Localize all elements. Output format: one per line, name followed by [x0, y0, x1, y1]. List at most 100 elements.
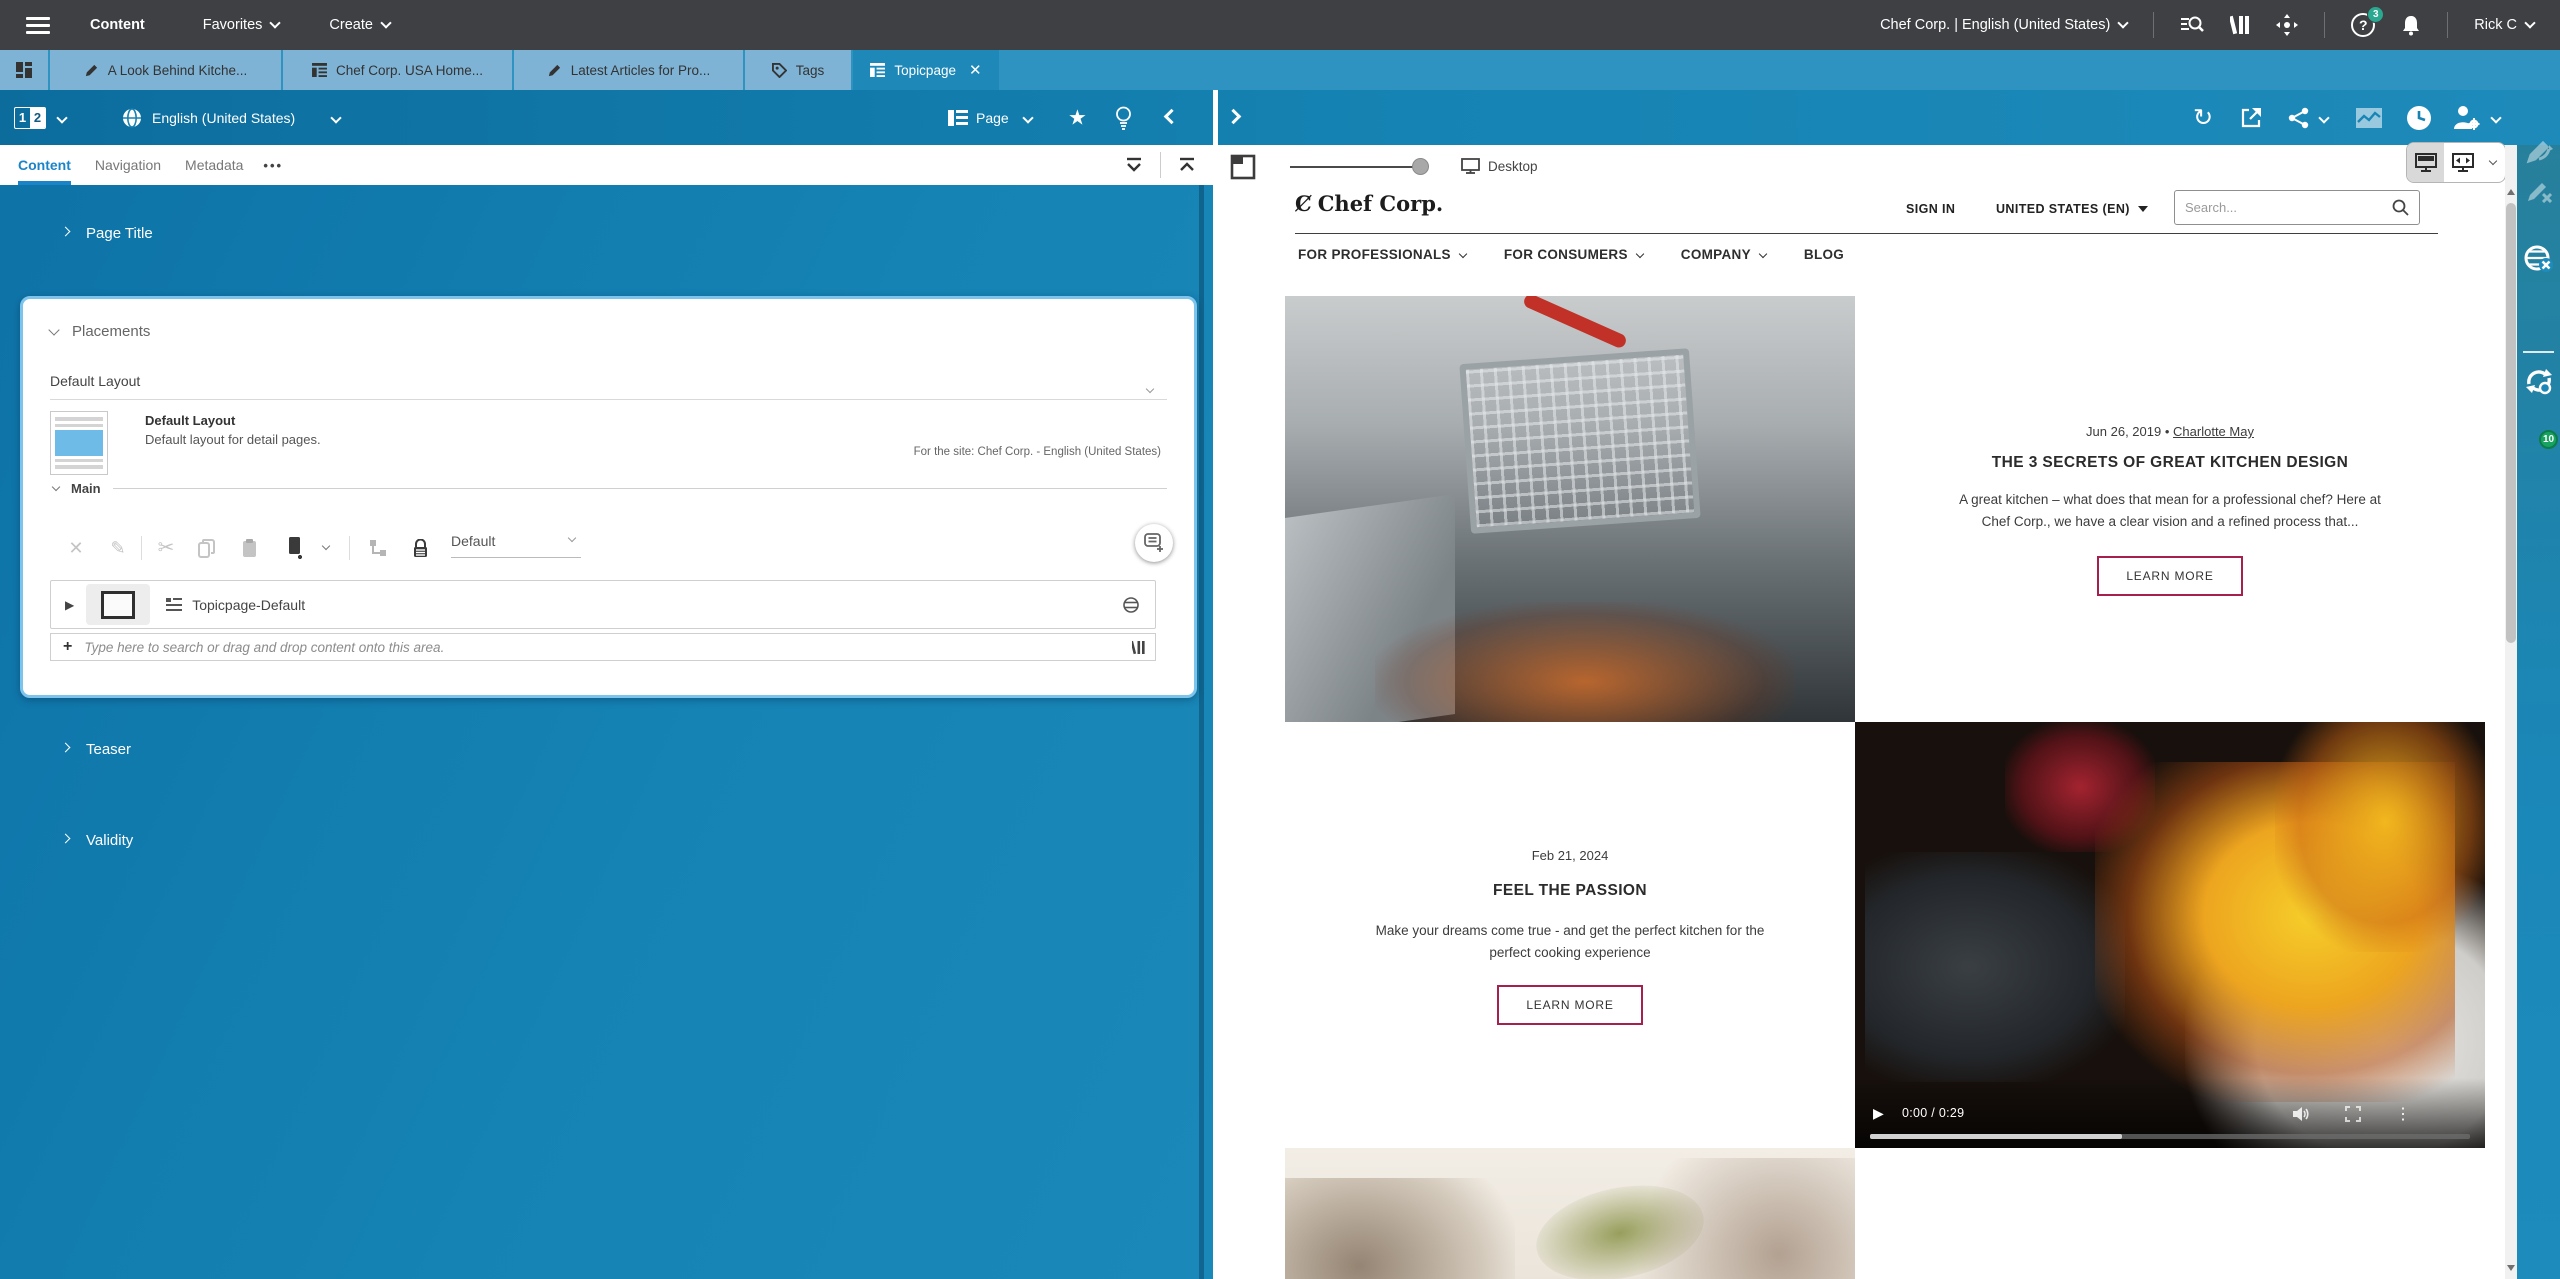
site-language-selector[interactable]: Chef Corp. | English (United States)	[1880, 17, 2127, 33]
user-settings-chevron-icon[interactable]	[2492, 109, 2500, 127]
accordion-teaser[interactable]: Teaser	[62, 741, 131, 758]
collapse-panel-chevron-icon[interactable]	[1166, 109, 1177, 127]
panel-scrollbar-track[interactable]	[1199, 185, 1204, 1279]
preview-mode-chevron-icon[interactable]	[2481, 143, 2505, 182]
device-width-slider-track[interactable]	[1290, 166, 1420, 168]
video-player[interactable]: ▶ 0:00 / 0:29 ⋮	[1855, 722, 2485, 1148]
share-icon[interactable]	[2288, 107, 2310, 129]
share-chevron-icon[interactable]	[2320, 109, 2328, 127]
accordion-placements[interactable]: Placements	[50, 323, 150, 340]
placeholder-section-main[interactable]: Main	[53, 481, 1167, 496]
copy-icon[interactable]	[191, 530, 221, 566]
view-mode-selector[interactable]: Page	[976, 110, 1009, 126]
search-icon[interactable]	[2392, 199, 2409, 216]
help-button[interactable]: ? 3	[2351, 13, 2375, 37]
nav-for-professionals[interactable]: FOR PROFESSIONALS	[1298, 247, 1466, 262]
locale-selector[interactable]: UNITED STATES (EN)	[1996, 202, 2148, 216]
add-note-fab-button[interactable]	[1135, 524, 1173, 562]
expand-panel-chevron-icon[interactable]	[1228, 109, 1239, 127]
video-progress-bar[interactable]	[1870, 1134, 2470, 1139]
video-menu-kebab-icon[interactable]: ⋮	[2395, 1104, 2411, 1124]
paste-icon[interactable]	[235, 530, 265, 566]
hamburger-menu-icon[interactable]	[26, 17, 50, 34]
menu-content[interactable]: Content	[90, 17, 145, 33]
history-clock-icon[interactable]	[2406, 105, 2432, 131]
version-chevron-icon[interactable]	[58, 109, 66, 127]
notifications-bell-icon[interactable]	[2401, 14, 2421, 36]
tab-tags[interactable]: Tags	[745, 50, 851, 90]
learn-more-button[interactable]: LEARN MORE	[1497, 985, 1642, 1025]
scroll-up-arrow[interactable]	[2505, 185, 2517, 199]
play-button-icon[interactable]: ▶	[1873, 1105, 1884, 1122]
dropzone-search-input[interactable]	[84, 640, 1132, 655]
menu-favorites[interactable]: Favorites	[203, 17, 280, 33]
preview-mode-desktop-button[interactable]	[2407, 143, 2444, 182]
more-tabs-icon[interactable]: •••	[263, 158, 283, 173]
version-selector-icon[interactable]: 12	[14, 107, 46, 129]
accordion-validity[interactable]: Validity	[62, 832, 133, 849]
tab-topicpage[interactable]: Topicpage ✕	[853, 50, 999, 90]
tab-content[interactable]: Content	[18, 145, 71, 185]
site-search-input[interactable]	[2185, 200, 2392, 215]
user-settings-icon[interactable]	[2452, 105, 2480, 131]
library-icon[interactable]	[2230, 14, 2250, 36]
library-icon[interactable]	[1132, 640, 1145, 655]
lock-icon[interactable]	[405, 530, 435, 566]
expand-item-icon[interactable]: ▶	[65, 598, 74, 612]
rendering-variant-select[interactable]: Default	[451, 533, 581, 558]
nav-company[interactable]: COMPANY	[1681, 247, 1766, 262]
nav-blog[interactable]: BLOG	[1804, 247, 1844, 262]
sign-in-link[interactable]: SIGN IN	[1906, 202, 1955, 216]
tab-a-look-behind-kitchen[interactable]: A Look Behind Kitche...	[50, 50, 281, 90]
layout-select[interactable]: Default Layout	[50, 373, 140, 389]
site-logo[interactable]: Ȼ Chef Corp.	[1295, 191, 1443, 216]
refresh-icon[interactable]: ↻	[2193, 103, 2213, 132]
language-chevron-icon[interactable]	[332, 109, 340, 127]
site-search-box[interactable]	[2174, 190, 2420, 225]
add-rendering-chevron-icon[interactable]	[315, 530, 337, 566]
preview-mode-fullwidth-button[interactable]	[2444, 143, 2481, 182]
device-label[interactable]: Desktop	[1461, 158, 1538, 174]
device-width-slider-handle[interactable]	[1412, 158, 1429, 175]
tab-latest-articles[interactable]: Latest Articles for Pro...	[514, 50, 743, 90]
content-dropzone[interactable]: +	[50, 633, 1156, 661]
globe-offline-icon[interactable]	[2524, 245, 2554, 273]
fullscreen-icon[interactable]	[2345, 1106, 2361, 1122]
menu-create[interactable]: Create	[329, 17, 390, 33]
edit-rendering-icon[interactable]: ✎	[103, 530, 133, 566]
article-image-fryer[interactable]	[1285, 296, 1855, 722]
personalization-globe-icon[interactable]	[1123, 597, 1139, 613]
user-menu[interactable]: Rick C	[2474, 17, 2534, 33]
favorite-star-icon[interactable]: ★	[1068, 105, 1087, 130]
article-author-link[interactable]: Charlotte May	[2173, 424, 2254, 439]
advanced-search-icon[interactable]	[2180, 14, 2204, 36]
desktop-home-tab[interactable]	[0, 50, 48, 90]
nav-for-consumers[interactable]: FOR CONSUMERS	[1504, 247, 1643, 262]
learn-more-button[interactable]: LEARN MORE	[2097, 556, 2242, 596]
tab-metadata[interactable]: Metadata	[185, 145, 243, 185]
analytics-icon[interactable]	[2356, 108, 2382, 128]
accordion-page-title[interactable]: Page Title	[62, 225, 153, 242]
rendering-item-row[interactable]: ▶ Topicpage-Default	[50, 580, 1156, 629]
add-rendering-icon[interactable]	[281, 530, 311, 566]
language-selector[interactable]: English (United States)	[152, 110, 295, 126]
cut-icon[interactable]: ✂	[151, 530, 181, 566]
expand-all-sections-icon[interactable]	[1108, 145, 1160, 185]
sync-status[interactable]: 10	[2517, 360, 2560, 420]
locate-target-icon[interactable]	[2276, 14, 2298, 36]
tab-navigation[interactable]: Navigation	[95, 145, 161, 185]
view-mode-chevron-icon[interactable]	[1024, 109, 1032, 127]
discard-edit-icon[interactable]	[2526, 177, 2552, 203]
suggestions-bulb-icon[interactable]	[1114, 106, 1133, 130]
close-tab-icon[interactable]: ✕	[969, 61, 982, 79]
scroll-down-arrow[interactable]	[2505, 1261, 2517, 1275]
datasource-link-icon[interactable]	[363, 530, 393, 566]
preview-scrollbar[interactable]	[2505, 145, 2517, 1279]
article-image-hands[interactable]	[1285, 1148, 1855, 1279]
tab-chef-corp-usa-home[interactable]: Chef Corp. USA Home...	[283, 50, 512, 90]
volume-icon[interactable]	[2293, 1106, 2311, 1122]
collapse-all-sections-icon[interactable]	[1161, 145, 1213, 185]
open-external-icon[interactable]	[2240, 107, 2262, 129]
scrollbar-thumb[interactable]	[2506, 203, 2516, 643]
design-pencil-icon[interactable]	[2525, 137, 2553, 165]
